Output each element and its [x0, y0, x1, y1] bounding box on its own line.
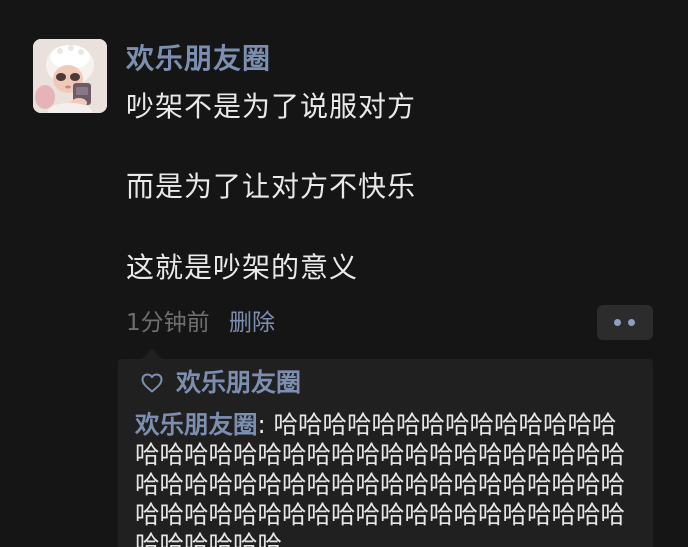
more-dots-icon — [614, 319, 621, 326]
delete-link[interactable]: 删除 — [229, 306, 275, 340]
panel-pointer — [142, 349, 162, 359]
like-user-name[interactable]: 欢乐朋友圈 — [176, 365, 301, 401]
comment-author[interactable]: 欢乐朋友圈 — [135, 410, 258, 439]
post-timestamp: 1分钟前 — [126, 310, 210, 336]
comment-item[interactable]: 欢乐朋友圈: 哈哈哈哈哈哈哈哈哈哈哈哈哈哈哈哈哈哈哈哈哈哈哈哈哈哈哈哈哈哈哈哈哈… — [135, 410, 641, 547]
post-text-line-3: 这就是吵架的意义 — [126, 251, 359, 284]
post-text-line-2: 而是为了让对方不快乐 — [126, 170, 417, 203]
avatar[interactable] — [33, 39, 107, 113]
comment-separator: : — [257, 410, 274, 439]
more-dots-icon — [628, 319, 635, 326]
moments-post-screen: 欢乐朋友圈 吵架不是为了说服对方 而是为了让对方不快乐 这就是吵架的意义 1分钟… — [0, 0, 688, 547]
post-author-name[interactable]: 欢乐朋友圈 — [126, 40, 271, 78]
post-text-line-1: 吵架不是为了说服对方 — [126, 90, 417, 123]
avatar-image — [33, 39, 107, 113]
more-actions-button[interactable] — [597, 305, 653, 340]
heart-icon — [141, 373, 163, 393]
